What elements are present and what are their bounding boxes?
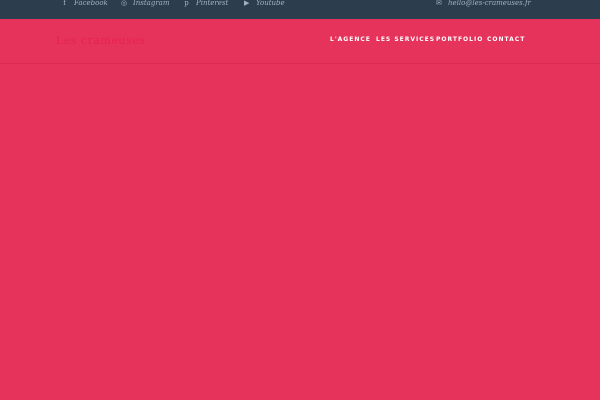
nav-item-agence[interactable]: L'AGENCE <box>330 36 371 43</box>
mail-icon: ✉ <box>436 0 442 7</box>
youtube-icon: ▶ <box>244 0 250 7</box>
main-content <box>0 64 600 400</box>
facebook-link[interactable]: f Facebook <box>62 0 108 7</box>
nav-item-contact[interactable]: CONTACT <box>487 36 525 43</box>
instagram-icon: ◎ <box>121 0 128 7</box>
instagram-link[interactable]: ◎ Instagram <box>121 0 170 7</box>
email-label: hello@les-crameuses.fr <box>448 0 531 7</box>
nav-item-services[interactable]: LES SERVICES <box>376 36 435 43</box>
youtube-link[interactable]: ▶ Youtube <box>244 0 285 7</box>
pinterest-icon: p <box>184 0 189 7</box>
instagram-label: Instagram <box>133 0 170 7</box>
email-link[interactable]: ✉ hello@les-crameuses.fr <box>436 0 531 7</box>
facebook-icon: f <box>63 0 66 7</box>
site-logo[interactable]: Les crameuses <box>56 34 145 47</box>
pinterest-link[interactable]: p Pinterest <box>184 0 228 7</box>
top-bar: f Facebook ◎ Instagram p Pinterest ▶ You… <box>0 0 600 28</box>
youtube-label: Youtube <box>256 0 285 7</box>
site-header: Les crameuses L'AGENCE LES SERVICES PORT… <box>0 19 600 64</box>
nav-item-portfolio[interactable]: PORTFOLIO <box>436 36 483 43</box>
pinterest-label: Pinterest <box>196 0 229 7</box>
facebook-label: Facebook <box>74 0 108 7</box>
